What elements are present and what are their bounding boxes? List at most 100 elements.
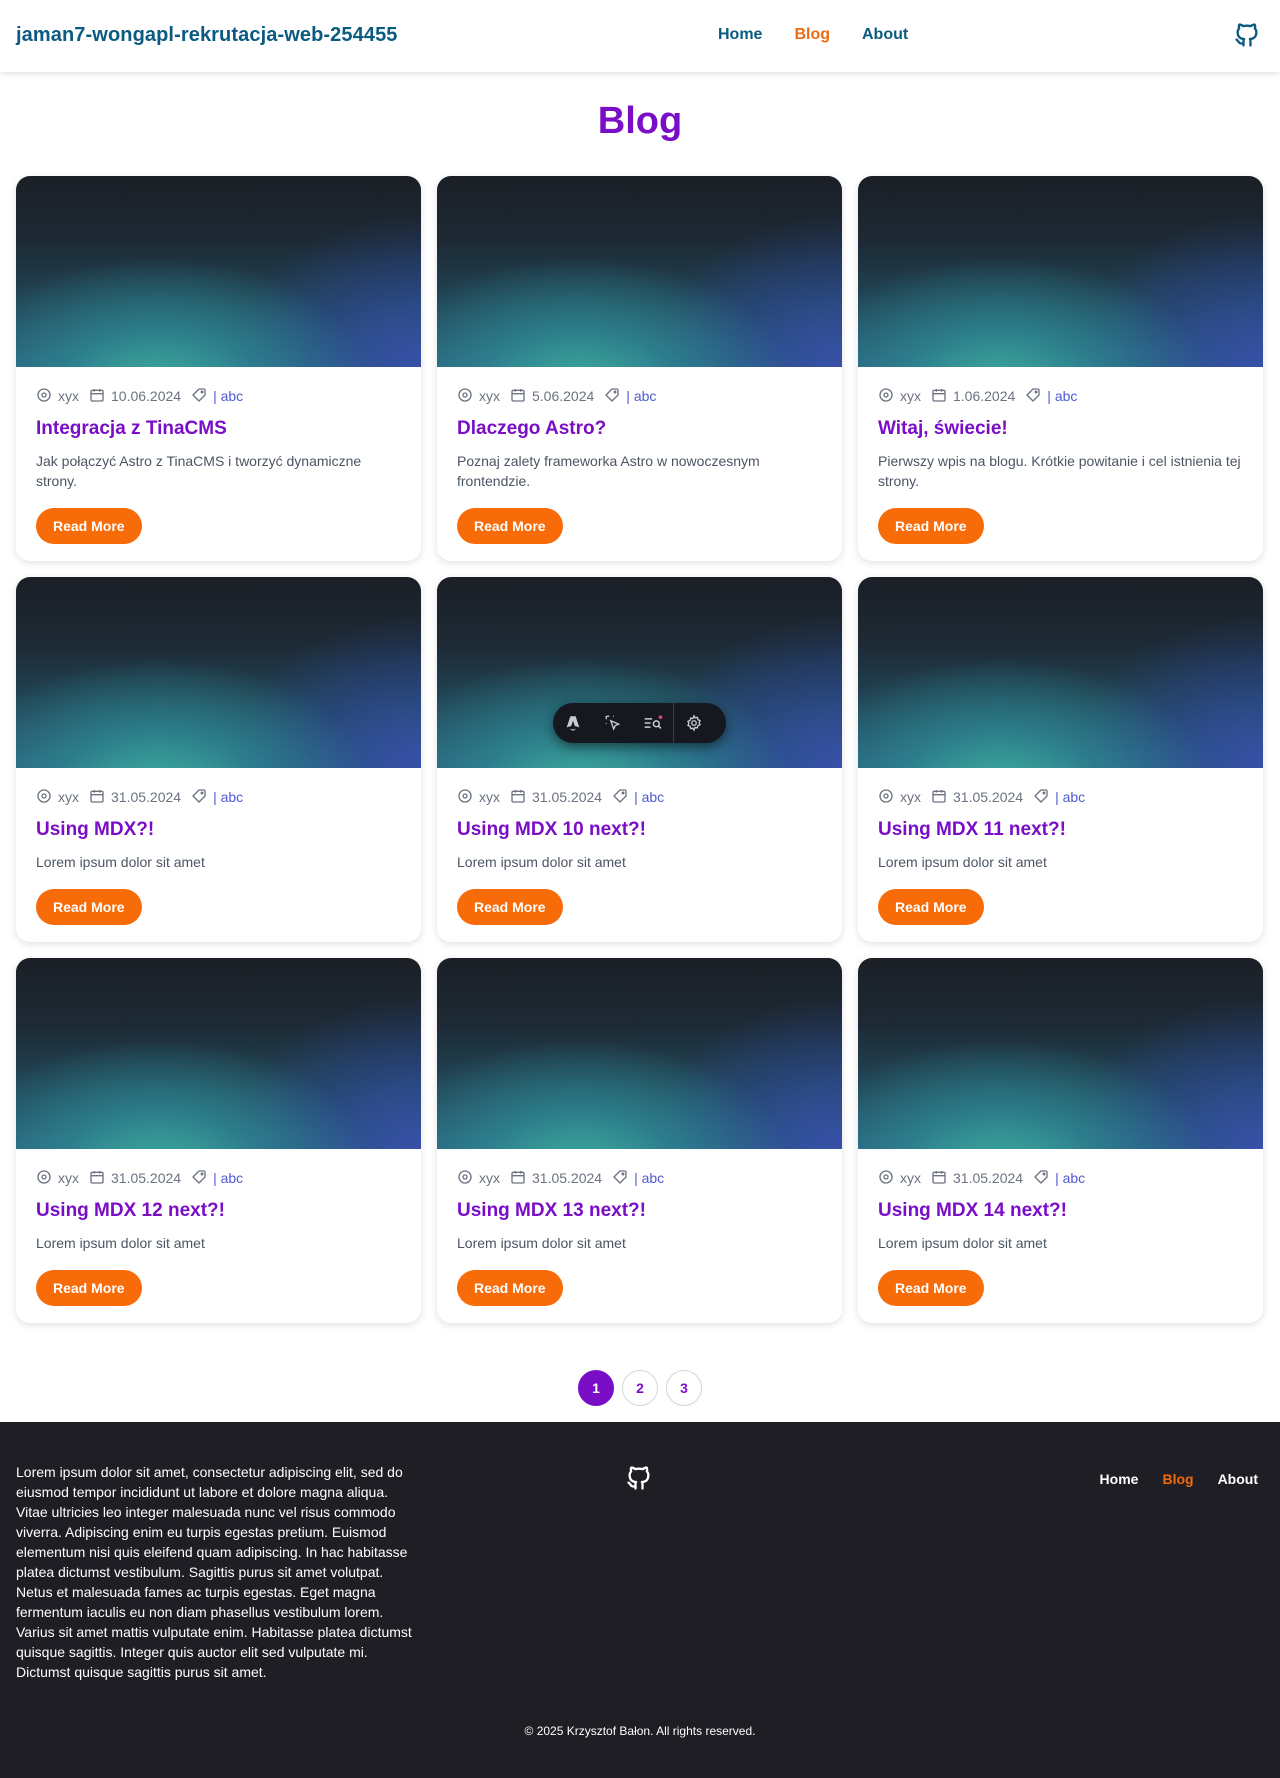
post-category-link[interactable]: | abc xyxy=(634,789,664,805)
footer-nav-blog[interactable]: Blog xyxy=(1162,1471,1193,1487)
post-card[interactable]: xyx 31.05.2024 | abc Using MDX 14 next?!… xyxy=(858,958,1263,1323)
post-card[interactable]: xyx 10.06.2024 | abc Integracja z TinaCM… xyxy=(16,176,421,561)
post-meta: xyx 5.06.2024 | abc xyxy=(457,387,822,405)
tag-icon xyxy=(191,1169,213,1188)
post-description: Jak połączyć Astro z TinaCMS i tworzyć d… xyxy=(36,453,362,489)
nav-home[interactable]: Home xyxy=(718,26,762,44)
post-date: 31.05.2024 xyxy=(931,1169,1023,1188)
inspect-cursor-icon[interactable] xyxy=(593,703,633,743)
post-category-link[interactable]: | abc xyxy=(1055,1170,1085,1186)
post-meta: xyx 31.05.2024 | abc xyxy=(878,788,1243,806)
post-thumbnail[interactable] xyxy=(437,176,842,367)
post-thumbnail[interactable] xyxy=(16,577,421,768)
post-thumbnail[interactable] xyxy=(437,958,842,1149)
post-description: Lorem ipsum dolor sit amet xyxy=(878,1235,1047,1251)
post-card[interactable]: xyx 31.05.2024 | abc Using MDX 13 next?!… xyxy=(437,958,842,1323)
post-thumbnail[interactable] xyxy=(858,958,1263,1149)
post-category-link[interactable]: | abc xyxy=(213,789,243,805)
post-description: Lorem ipsum dolor sit amet xyxy=(457,854,626,870)
post-thumbnail[interactable] xyxy=(858,577,1263,768)
post-card-body: xyx 10.06.2024 | abc Integracja z TinaCM… xyxy=(16,367,421,561)
post-author: xyx xyxy=(457,1169,500,1188)
post-category-link[interactable]: | abc xyxy=(634,1170,664,1186)
post-thumbnail[interactable] xyxy=(16,176,421,367)
post-title[interactable]: Dlaczego Astro? xyxy=(457,418,822,440)
post-description: Poznaj zalety frameworka Astro w nowocze… xyxy=(457,453,760,489)
post-meta: xyx 1.06.2024 | abc xyxy=(878,387,1243,405)
read-more-button[interactable]: Read More xyxy=(36,1270,142,1306)
post-title[interactable]: Using MDX?! xyxy=(36,819,401,841)
post-category-link[interactable]: | abc xyxy=(1047,388,1077,404)
post-title[interactable]: Using MDX 11 next?! xyxy=(878,819,1243,841)
read-more-button[interactable]: Read More xyxy=(457,508,563,544)
footer-nav-about[interactable]: About xyxy=(1218,1471,1258,1487)
post-category: | abc xyxy=(1033,788,1085,807)
post-grid: xyx 10.06.2024 | abc Integracja z TinaCM… xyxy=(16,176,1264,1339)
read-more-button[interactable]: Read More xyxy=(457,1270,563,1306)
read-more-button[interactable]: Read More xyxy=(36,508,142,544)
author-icon xyxy=(878,387,900,406)
read-more-button[interactable]: Read More xyxy=(878,889,984,925)
post-category-link[interactable]: | abc xyxy=(213,1170,243,1186)
tag-icon xyxy=(612,788,634,807)
post-category-link[interactable]: | abc xyxy=(213,388,243,404)
footer-nav: Home Blog About xyxy=(1100,1471,1258,1487)
post-date-text: 10.06.2024 xyxy=(111,388,182,404)
post-author: xyx xyxy=(878,387,921,406)
page-3-button[interactable]: 3 xyxy=(666,1370,702,1406)
author-icon xyxy=(36,387,58,406)
post-title[interactable]: Using MDX 14 next?! xyxy=(878,1200,1243,1222)
post-card[interactable]: xyx 31.05.2024 | abc Using MDX?! Lorem i… xyxy=(16,577,421,942)
read-more-button[interactable]: Read More xyxy=(457,889,563,925)
audit-icon[interactable] xyxy=(633,703,673,743)
author-icon xyxy=(457,387,479,406)
tag-icon xyxy=(191,387,213,406)
post-category-link[interactable]: | abc xyxy=(1055,789,1085,805)
read-more-button[interactable]: Read More xyxy=(878,508,984,544)
post-author: xyx xyxy=(36,1169,79,1188)
post-card[interactable]: xyx 5.06.2024 | abc Dlaczego Astro? Pozn… xyxy=(437,176,842,561)
post-title[interactable]: Using MDX 12 next?! xyxy=(36,1200,401,1222)
site-footer: Lorem ipsum dolor sit amet, consectetur … xyxy=(0,1422,1280,1778)
main-nav: Home Blog About xyxy=(718,26,908,44)
github-icon[interactable] xyxy=(1233,21,1261,49)
post-description: Lorem ipsum dolor sit amet xyxy=(878,854,1047,870)
nav-blog[interactable]: Blog xyxy=(794,26,830,44)
post-thumbnail[interactable] xyxy=(858,176,1263,367)
astro-logo-icon[interactable] xyxy=(553,703,593,743)
post-card[interactable]: xyx 1.06.2024 | abc Witaj, świecie! Pier… xyxy=(858,176,1263,561)
post-thumbnail[interactable] xyxy=(16,958,421,1149)
post-author: xyx xyxy=(878,1169,921,1188)
page-1-button[interactable]: 1 xyxy=(578,1370,614,1406)
read-more-button[interactable]: Read More xyxy=(878,1270,984,1306)
post-author-name: xyx xyxy=(58,1170,79,1186)
post-title[interactable]: Using MDX 10 next?! xyxy=(457,819,822,841)
page-2-button[interactable]: 2 xyxy=(622,1370,658,1406)
post-title[interactable]: Witaj, świecie! xyxy=(878,418,1243,440)
site-title[interactable]: jaman7-wongapl-rekrutacja-web-254455 xyxy=(16,24,398,47)
post-title[interactable]: Integracja z TinaCMS xyxy=(36,418,401,440)
footer-nav-home[interactable]: Home xyxy=(1100,1471,1139,1487)
author-icon xyxy=(878,1169,900,1188)
post-date-text: 31.05.2024 xyxy=(111,789,182,805)
author-icon xyxy=(36,788,58,807)
post-card-body: xyx 5.06.2024 | abc Dlaczego Astro? Pozn… xyxy=(437,367,842,561)
post-category: | abc xyxy=(191,387,243,406)
nav-about[interactable]: About xyxy=(862,26,908,44)
post-meta: xyx 31.05.2024 | abc xyxy=(878,1169,1243,1187)
read-more-button[interactable]: Read More xyxy=(36,889,142,925)
tag-icon xyxy=(1033,1169,1055,1188)
post-card[interactable]: xyx 31.05.2024 | abc Using MDX 12 next?!… xyxy=(16,958,421,1323)
post-card[interactable]: xyx 31.05.2024 | abc Using MDX 11 next?!… xyxy=(858,577,1263,942)
post-author-name: xyx xyxy=(479,388,500,404)
post-category: | abc xyxy=(191,788,243,807)
dev-toolbar xyxy=(553,703,726,743)
post-category-link[interactable]: | abc xyxy=(626,388,656,404)
github-icon[interactable] xyxy=(625,1464,653,1492)
settings-gear-icon[interactable] xyxy=(674,703,714,743)
post-description: Lorem ipsum dolor sit amet xyxy=(457,1235,626,1251)
post-meta: xyx 31.05.2024 | abc xyxy=(457,788,822,806)
post-card[interactable]: xyx 31.05.2024 | abc Using MDX 10 next?!… xyxy=(437,577,842,942)
post-author-name: xyx xyxy=(900,388,921,404)
post-title[interactable]: Using MDX 13 next?! xyxy=(457,1200,822,1222)
